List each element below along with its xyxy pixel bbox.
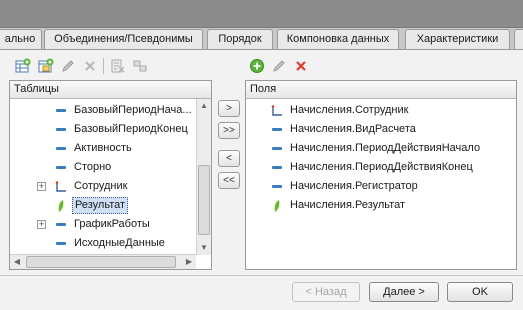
- button-label: >>: [223, 125, 235, 136]
- delete-icon[interactable]: [82, 58, 98, 74]
- tab-strip-divider: [0, 49, 523, 51]
- field-icon: [54, 101, 68, 120]
- field-icon: [270, 139, 284, 158]
- tab-more[interactable]: [514, 29, 523, 49]
- list-item[interactable]: Начисления.ПериодДействияКонец: [246, 158, 516, 177]
- tab-characteristics[interactable]: Характеристики: [405, 29, 510, 49]
- move-all-left-button[interactable]: <<: [218, 172, 240, 189]
- list-item-label: ИсходныеДанные: [74, 237, 165, 249]
- ok-button[interactable]: OK: [447, 282, 513, 302]
- field-icon: [270, 177, 284, 196]
- list-item[interactable]: Сторно: [10, 158, 196, 177]
- tables-panel-title: Таблицы: [14, 83, 59, 95]
- add-green-icon[interactable]: [249, 58, 265, 74]
- field-icon: [54, 139, 68, 158]
- list-item-label: БазовыйПериодКонец: [74, 123, 188, 135]
- tables-panel[interactable]: Таблицы БазовыйПериодНача... БазовыйПери…: [9, 80, 212, 270]
- list-item-label: Активность: [74, 142, 132, 154]
- tab-label: Компоновка данных: [286, 33, 390, 45]
- list-item[interactable]: Начисления.Регистратор: [246, 177, 516, 196]
- expand-icon[interactable]: +: [37, 220, 46, 229]
- dimension-icon: [54, 177, 68, 196]
- window-titlebar: [0, 0, 523, 28]
- list-item[interactable]: + ГрафикРаботы: [10, 215, 196, 234]
- scroll-up-icon[interactable]: ▲: [197, 99, 211, 113]
- field-icon: [54, 120, 68, 139]
- list-item[interactable]: Начисления.Сотрудник: [246, 101, 516, 120]
- query-icon[interactable]: [110, 58, 126, 74]
- button-label: <<: [223, 175, 235, 186]
- list-item[interactable]: ИсходныеДанные: [10, 234, 196, 253]
- edit-icon[interactable]: [60, 58, 76, 74]
- toolbar-separator: [103, 58, 104, 74]
- tab-label: ально: [4, 33, 36, 45]
- list-item-label: Начисления.ВидРасчета: [290, 123, 416, 135]
- tab-general[interactable]: ально: [0, 29, 42, 49]
- list-item[interactable]: БазовыйПериодКонец: [10, 120, 196, 139]
- add-table-icon[interactable]: [15, 58, 31, 74]
- field-icon: [54, 215, 68, 234]
- move-all-right-button[interactable]: >>: [218, 122, 240, 139]
- fields-panel[interactable]: Поля Начисления.Сотрудник Начисления.Вид…: [245, 80, 517, 270]
- horizontal-scrollbar[interactable]: ◀ ▶: [10, 254, 196, 269]
- tab-order[interactable]: Порядок: [207, 29, 273, 49]
- list-item[interactable]: Начисления.ВидРасчета: [246, 120, 516, 139]
- delete-red-icon[interactable]: [293, 58, 309, 74]
- list-item-selected[interactable]: Результат: [10, 196, 196, 215]
- button-label: >: [226, 103, 232, 114]
- move-right-button[interactable]: >: [218, 100, 240, 117]
- list-item-label: ГрафикРаботы: [74, 218, 150, 230]
- resource-icon: [54, 196, 68, 215]
- tab-label: Объединения/Псевдонимы: [54, 33, 193, 45]
- list-item-label: Начисления.Регистратор: [290, 180, 418, 192]
- list-item[interactable]: Начисления.ПериодДействияНачало: [246, 139, 516, 158]
- list-item[interactable]: БазовыйПериодНача...: [10, 101, 196, 120]
- scrollbar-thumb[interactable]: [26, 256, 176, 268]
- add-nested-icon[interactable]: [38, 58, 54, 74]
- back-button[interactable]: < Назад: [292, 282, 360, 302]
- list-item-label: Начисления.ПериодДействияНачало: [290, 142, 481, 154]
- tab-label: Порядок: [218, 33, 262, 45]
- dimension-icon: [270, 101, 284, 120]
- footer-divider: [0, 275, 523, 276]
- fields-panel-title: Поля: [250, 83, 277, 95]
- field-icon: [54, 234, 68, 253]
- field-icon: [270, 158, 284, 177]
- field-icon: [54, 158, 68, 177]
- list-item[interactable]: + Сотрудник: [10, 177, 196, 196]
- scroll-right-icon[interactable]: ▶: [182, 255, 196, 269]
- vertical-scrollbar[interactable]: ▲ ▼: [196, 99, 211, 255]
- scroll-left-icon[interactable]: ◀: [10, 255, 24, 269]
- list-item-label: Начисления.Результат: [290, 199, 405, 211]
- expand-icon[interactable]: +: [37, 182, 46, 191]
- tab-data-composition[interactable]: Компоновка данных: [277, 29, 399, 49]
- resource-icon: [270, 196, 284, 215]
- button-label: < Назад: [305, 286, 347, 298]
- link-icon[interactable]: [132, 58, 148, 74]
- fields-panel-header: Поля: [246, 81, 516, 99]
- tab-label: Характеристики: [416, 33, 499, 45]
- list-item-label: Начисления.Сотрудник: [290, 104, 409, 116]
- list-item-label: БазовыйПериодНача...: [74, 104, 192, 116]
- button-label: <: [226, 153, 232, 164]
- scroll-down-icon[interactable]: ▼: [197, 241, 211, 255]
- button-label: OK: [472, 286, 488, 298]
- list-item-label: Результат: [72, 197, 129, 214]
- next-button[interactable]: Далее >: [369, 282, 439, 302]
- button-label: Далее >: [383, 286, 425, 298]
- list-item-label: Сторно: [74, 161, 112, 173]
- list-item-label: Сотрудник: [74, 180, 128, 192]
- edit-icon[interactable]: [271, 58, 287, 74]
- field-icon: [270, 120, 284, 139]
- move-left-button[interactable]: <: [218, 150, 240, 167]
- scrollbar-thumb[interactable]: [198, 165, 210, 235]
- tables-panel-header: Таблицы: [10, 81, 211, 99]
- list-item[interactable]: Начисления.Результат: [246, 196, 516, 215]
- tab-joins-aliases[interactable]: Объединения/Псевдонимы: [44, 29, 203, 49]
- list-item[interactable]: Активность: [10, 139, 196, 158]
- list-item-label: Начисления.ПериодДействияКонец: [290, 161, 473, 173]
